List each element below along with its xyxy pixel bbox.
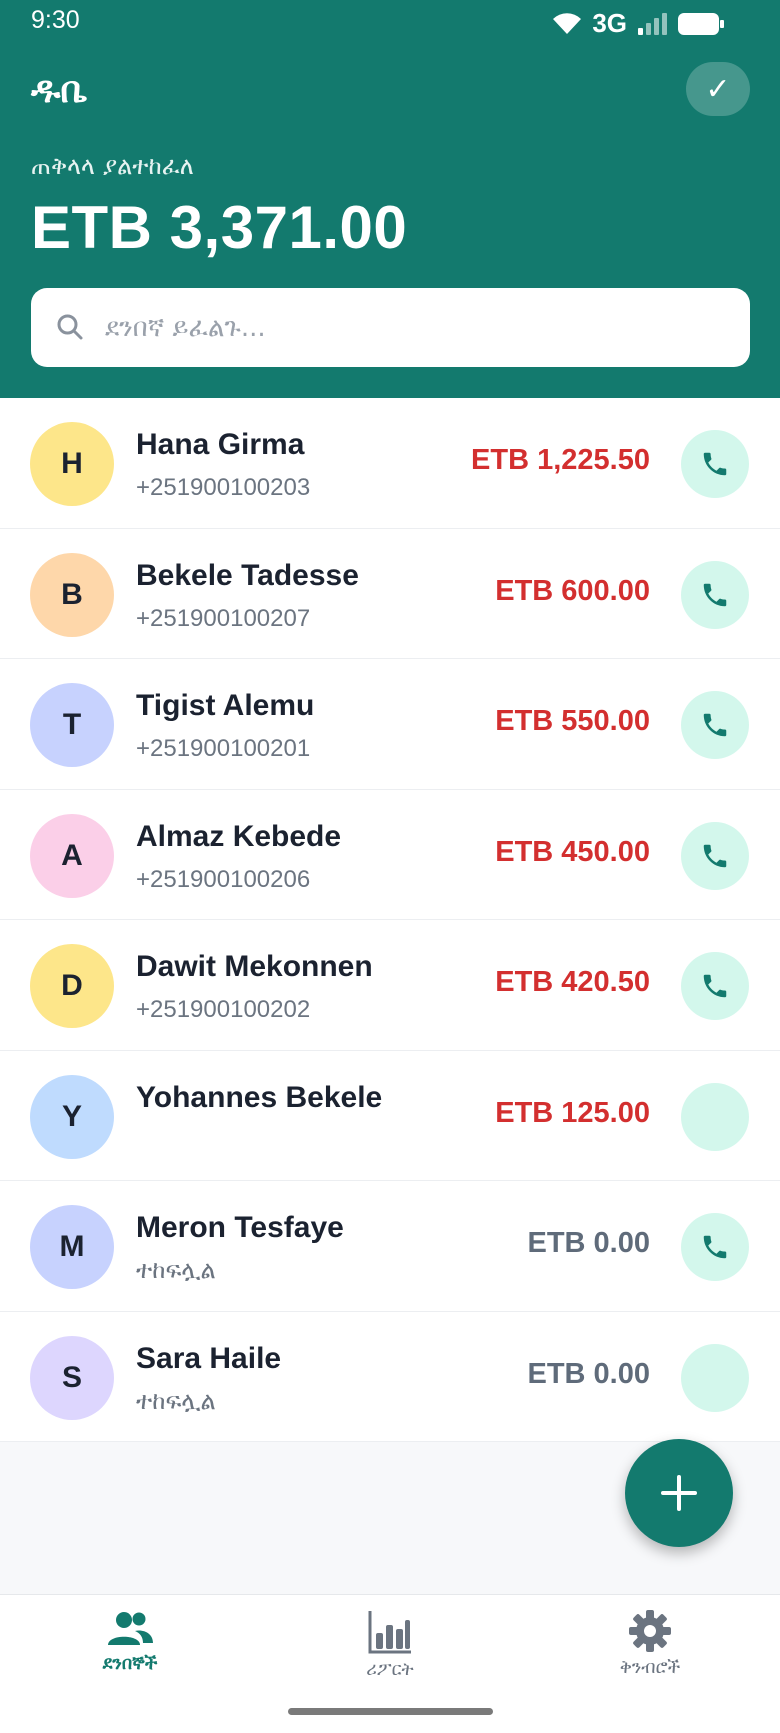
nav-reports[interactable]: ሪፖርት [290, 1609, 490, 1680]
customer-name: Yohannes Bekele [136, 1080, 383, 1114]
call-button[interactable] [681, 821, 749, 890]
phone-icon [703, 713, 727, 737]
status-time: 9:30 [31, 6, 80, 34]
avatar: B [30, 552, 114, 637]
signal-icon [638, 12, 667, 35]
avatar-initial: A [61, 838, 83, 872]
call-button[interactable] [681, 1213, 749, 1281]
check-button[interactable]: ✓ [686, 62, 750, 116]
phone-icon [703, 844, 727, 867]
customer-subtext: +251900100202 [136, 996, 311, 1023]
home-indicator [288, 1708, 493, 1715]
call-button[interactable] [681, 952, 749, 1020]
avatar-initial: Y [61, 1099, 82, 1133]
network-label: 3G [592, 8, 627, 38]
gear-icon [629, 1610, 671, 1652]
call-button[interactable] [681, 691, 749, 759]
call-button[interactable] [681, 430, 749, 498]
customer-balance: ETB 1,225.50 [471, 444, 650, 476]
nav-customers[interactable]: ደንበኞች [30, 1609, 230, 1674]
users-icon [108, 1612, 153, 1645]
phone-icon [703, 1235, 727, 1259]
avatar-initial: H [61, 447, 83, 480]
avatar-initial: T [62, 708, 82, 741]
avatar: Y [30, 1074, 114, 1159]
customer-name: Tigist Alemu [136, 689, 315, 722]
nav-label-reports: ሪፖርት [366, 1659, 414, 1680]
search-icon [57, 314, 83, 340]
customer-list: H Hana Girma +251900100203 ETB 1,225.50 B Bek… [0, 398, 780, 1442]
customer-balance: ETB 550.00 [495, 705, 650, 737]
customer-balance: ETB 125.00 [495, 1096, 650, 1129]
customer-row[interactable]: D Dawit Mekonnen +251900100202 ETB 420.50 [0, 920, 780, 1051]
nav-label-settings: ቅንብሮች [619, 1657, 681, 1678]
nav-settings[interactable]: ቅንብሮች [550, 1609, 750, 1678]
search-bar[interactable] [31, 288, 750, 367]
avatar: A [30, 813, 114, 898]
customer-name: Hana Girma [136, 428, 305, 461]
customer-name: Almaz Kebede [136, 819, 342, 853]
call-button[interactable] [681, 560, 749, 629]
avatar-initial: D [61, 969, 83, 1002]
avatar: D [30, 944, 114, 1028]
customer-row[interactable]: H Hana Girma +251900100203 ETB 1,225.50 [0, 398, 780, 529]
battery-icon [678, 12, 724, 35]
customer-subtext: +251900100203 [136, 474, 311, 501]
avatar-initial: M [59, 1230, 85, 1263]
avatar: T [30, 683, 114, 767]
customer-subtext: +251900100201 [136, 735, 311, 762]
customer-row[interactable]: T Tigist Alemu +251900100201 ETB 550.00 [0, 659, 780, 790]
customer-name: Bekele Tadesse [136, 558, 359, 592]
avatar: H [30, 422, 114, 506]
customer-subtext: +251900100207 [136, 604, 311, 632]
customer-row[interactable]: A Almaz Kebede +251900100206 ETB 450.00 [0, 789, 780, 920]
customer-row[interactable]: B Bekele Tadesse +251900100207 ETB 600.00 [0, 528, 780, 659]
customer-name: Sara Haile [136, 1341, 282, 1375]
avatar: M [30, 1205, 114, 1289]
customer-name: Dawit Mekonnen [136, 950, 373, 983]
customer-balance: ETB 600.00 [495, 574, 650, 607]
status-bar: 9:30 3G [0, 0, 780, 44]
status-icons: 3G [552, 8, 725, 39]
customer-row[interactable]: Y Yohannes Bekele ETB 125.00 [0, 1050, 780, 1181]
phone-icon [703, 974, 727, 998]
total-unpaid-amount: ETB 3,371.00 [31, 194, 408, 261]
search-input[interactable] [105, 288, 725, 367]
customer-balance: ETB 0.00 [527, 1227, 651, 1259]
avatar-initial: S [61, 1360, 82, 1394]
customer-balance: ETB 0.00 [527, 1357, 651, 1390]
nav-label-customers: ደንበኞች [102, 1653, 158, 1674]
header: 9:30 3G ዱቤ ✓ ጠቅላላ ያልተከፈለ ETB 3,371.00 [0, 0, 780, 398]
customer-subtext: ተከፍሏል [136, 1387, 216, 1415]
app-title: ዱቤ [31, 70, 88, 111]
phone-icon [703, 452, 727, 476]
customer-name: Meron Tesfaye [136, 1211, 344, 1244]
add-customer-button[interactable] [625, 1439, 733, 1547]
customer-balance: ETB 420.50 [495, 966, 650, 998]
wifi-icon [553, 12, 582, 34]
phone-icon [703, 583, 727, 606]
avatar: S [30, 1335, 114, 1420]
customer-subtext: +251900100206 [136, 865, 311, 893]
customer-row[interactable]: M Meron Tesfaye ተከፍሏል ETB 0.00 [0, 1181, 780, 1312]
bar-chart-icon [368, 1611, 411, 1654]
check-icon: ✓ [705, 71, 731, 107]
call-button[interactable] [681, 1082, 749, 1151]
call-button[interactable] [681, 1343, 749, 1412]
avatar-initial: B [61, 577, 83, 611]
customer-balance: ETB 450.00 [495, 835, 650, 868]
plus-icon [661, 1475, 697, 1511]
customer-subtext: ተከፍሏል [136, 1257, 216, 1284]
total-unpaid-label: ጠቅላላ ያልተከፈለ [31, 152, 194, 180]
customer-row[interactable]: S Sara Haile ተከፍሏል ETB 0.00 [0, 1311, 780, 1442]
